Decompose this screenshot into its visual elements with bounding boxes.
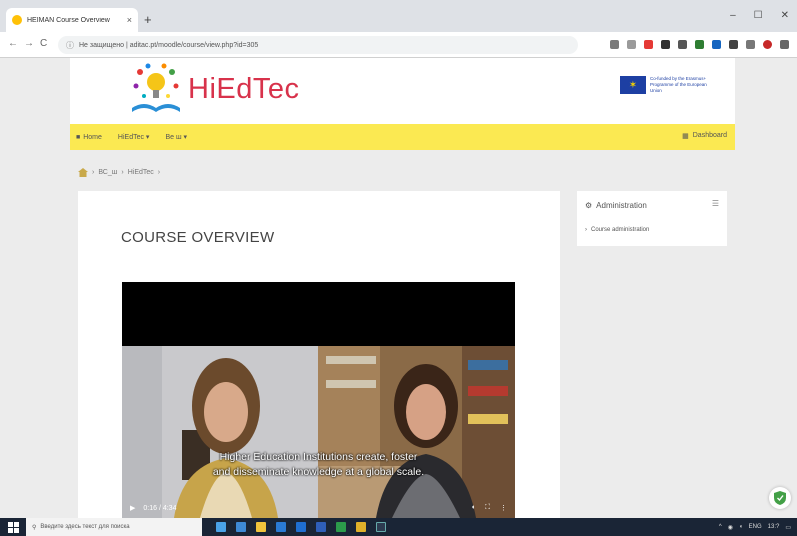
nav-dashboard[interactable]: ▦ Dashboard	[682, 132, 727, 140]
administration-block: ⚙ Administration ☰ › Course administrati…	[577, 191, 727, 246]
chrome-icon[interactable]	[256, 522, 266, 532]
administration-header: ⚙ Administration	[585, 201, 647, 210]
subtitle-line: Higher Education Institutions create, fo…	[219, 451, 418, 463]
volume-icon[interactable]: ◖	[471, 504, 475, 512]
new-tab-button[interactable]: +	[144, 12, 152, 27]
search-placeholder: Введите здесь текст для поиска	[40, 524, 130, 530]
extensions-puzzle-icon[interactable]	[746, 40, 755, 49]
chevron-right-icon: ›	[585, 227, 587, 233]
notifications-icon[interactable]: ▭	[785, 524, 791, 531]
extension-icons	[610, 40, 789, 49]
block-collapse-icon[interactable]: ☰	[712, 199, 719, 208]
tab-title: HEIMAN Course Overview	[27, 16, 110, 24]
home-icon[interactable]	[78, 168, 88, 177]
eu-text: Co-funded by the Erasmus+ Programme of t…	[650, 76, 707, 93]
more-options-icon[interactable]: ⋮	[500, 504, 507, 512]
extension-icon[interactable]	[661, 40, 670, 49]
extension-icon[interactable]	[712, 40, 721, 49]
video-time: 0:16 / 4:34	[143, 504, 177, 512]
maximize-button[interactable]: ☐	[754, 10, 763, 21]
hiedtec-logo-icon[interactable]	[128, 62, 184, 118]
menu-icon[interactable]	[780, 40, 789, 49]
volume-icon[interactable]: ◖	[739, 524, 743, 530]
main-navbar: ■ Home HiEdTec ▾ Ве ш ▾ ▦ Dashboard	[70, 124, 735, 150]
clock[interactable]: 13:?	[768, 524, 780, 530]
home-icon: ■	[76, 133, 81, 141]
site-logo-text[interactable]: HiEdTec	[188, 73, 300, 106]
video-controls: ▶ 0:16 / 4:34 ◖ ⛶ ⋮	[122, 498, 515, 518]
network-icon[interactable]: ◉	[728, 524, 733, 531]
clock-time: 13:?	[767, 524, 780, 530]
info-icon[interactable]: ⓘ	[66, 40, 74, 51]
search-icon: ⚲	[32, 524, 37, 531]
video-player[interactable]: Higher Education Institutions create, fo…	[122, 282, 515, 518]
breadcrumb-separator: ›	[92, 169, 95, 176]
nav-home-label: Home	[83, 133, 102, 141]
course-main-card: COURSE OVERVIEW Higher Education Institu…	[78, 191, 560, 518]
minimize-button[interactable]: –	[730, 10, 736, 21]
breadcrumb-item[interactable]: HiEdTec	[128, 169, 154, 176]
taskbar-apps	[216, 522, 386, 532]
eu-badge: ✶ Co-funded by the Erasmus+ Programme of…	[620, 76, 710, 94]
breadcrumb-separator: ›	[121, 169, 124, 176]
back-button[interactable]: ←	[8, 38, 18, 49]
extension-icon[interactable]	[644, 40, 653, 49]
extension-icon[interactable]	[678, 40, 687, 49]
profile-avatar[interactable]	[763, 40, 772, 49]
explorer-icon[interactable]	[276, 522, 286, 532]
tray-chevron-icon[interactable]: ^	[719, 524, 722, 530]
app-icon[interactable]	[316, 522, 326, 532]
address-bar: ← → C ⓘ Не защищено | aditac.pt/moodle/c…	[0, 32, 797, 58]
fullscreen-icon[interactable]: ⛶	[485, 504, 490, 512]
app-icon[interactable]	[336, 522, 346, 532]
dashboard-icon: ▦	[682, 133, 689, 140]
site-header: HiEdTec ✶ Co-funded by the Erasmus+ Prog…	[70, 58, 735, 124]
extension-icon[interactable]	[695, 40, 704, 49]
nav-home[interactable]: ■ Home	[76, 134, 102, 141]
breadcrumb-item[interactable]: ВС_ш	[98, 169, 117, 176]
reload-button[interactable]: C	[40, 38, 47, 49]
nav-item-hiedtec[interactable]: HiEdTec ▾	[118, 133, 150, 141]
breadcrumb: › ВС_ш › HiEdTec ›	[78, 168, 160, 177]
subtitle-line: and disseminate knowledge at a global sc…	[212, 465, 425, 478]
close-tab-icon[interactable]: ×	[127, 15, 132, 25]
os-taskbar: ⚲ Введите здесь текст для поиска ^ ◉ ◖ E…	[0, 518, 797, 536]
browser-tab[interactable]: HEIMAN Course Overview ×	[6, 8, 138, 32]
nav-item-2[interactable]: Ве ш ▾	[165, 133, 187, 141]
url-text: Не защищено | aditac.pt/moodle/course/vi…	[79, 41, 259, 49]
browser-tab-bar: HEIMAN Course Overview × + – ☐ ✕	[0, 0, 797, 32]
gears-icon: ⚙	[585, 201, 593, 210]
page-content: HiEdTec ✶ Co-funded by the Erasmus+ Prog…	[0, 58, 797, 518]
nav-dashboard-label: Dashboard	[692, 132, 727, 139]
app-icon[interactable]	[376, 522, 386, 532]
translate-icon[interactable]	[610, 40, 619, 49]
page-title: COURSE OVERVIEW	[121, 229, 275, 246]
forward-button[interactable]: →	[24, 38, 34, 49]
url-field[interactable]: ⓘ Не защищено | aditac.pt/moodle/course/…	[58, 36, 578, 54]
video-subtitles: Higher Education Institutions create, fo…	[122, 450, 515, 479]
edge-icon[interactable]	[236, 522, 246, 532]
word-icon[interactable]	[296, 522, 306, 532]
taskbar-search-input[interactable]: ⚲ Введите здесь текст для поиска	[26, 518, 202, 536]
language-indicator[interactable]: ENG	[749, 524, 762, 530]
course-administration-link[interactable]: › Course administration	[585, 227, 649, 233]
eu-flag-icon: ✶	[620, 76, 646, 94]
administration-title: Administration	[596, 201, 647, 210]
task-view-icon[interactable]	[216, 522, 226, 532]
course-administration-label: Course administration	[591, 227, 650, 233]
windows-start-icon[interactable]	[0, 518, 26, 536]
bookmark-star-icon[interactable]	[627, 40, 636, 49]
play-button[interactable]: ▶	[130, 504, 135, 512]
favicon-icon	[12, 15, 22, 25]
window-controls: – ☐ ✕	[730, 10, 789, 21]
security-shield-icon[interactable]	[769, 487, 791, 509]
video-frame	[122, 346, 515, 518]
extension-icon[interactable]	[729, 40, 738, 49]
breadcrumb-separator: ›	[157, 169, 161, 176]
app-icon[interactable]	[356, 522, 366, 532]
close-window-button[interactable]: ✕	[781, 10, 789, 21]
system-tray: ^ ◉ ◖ ENG 13:? ▭	[719, 524, 797, 531]
